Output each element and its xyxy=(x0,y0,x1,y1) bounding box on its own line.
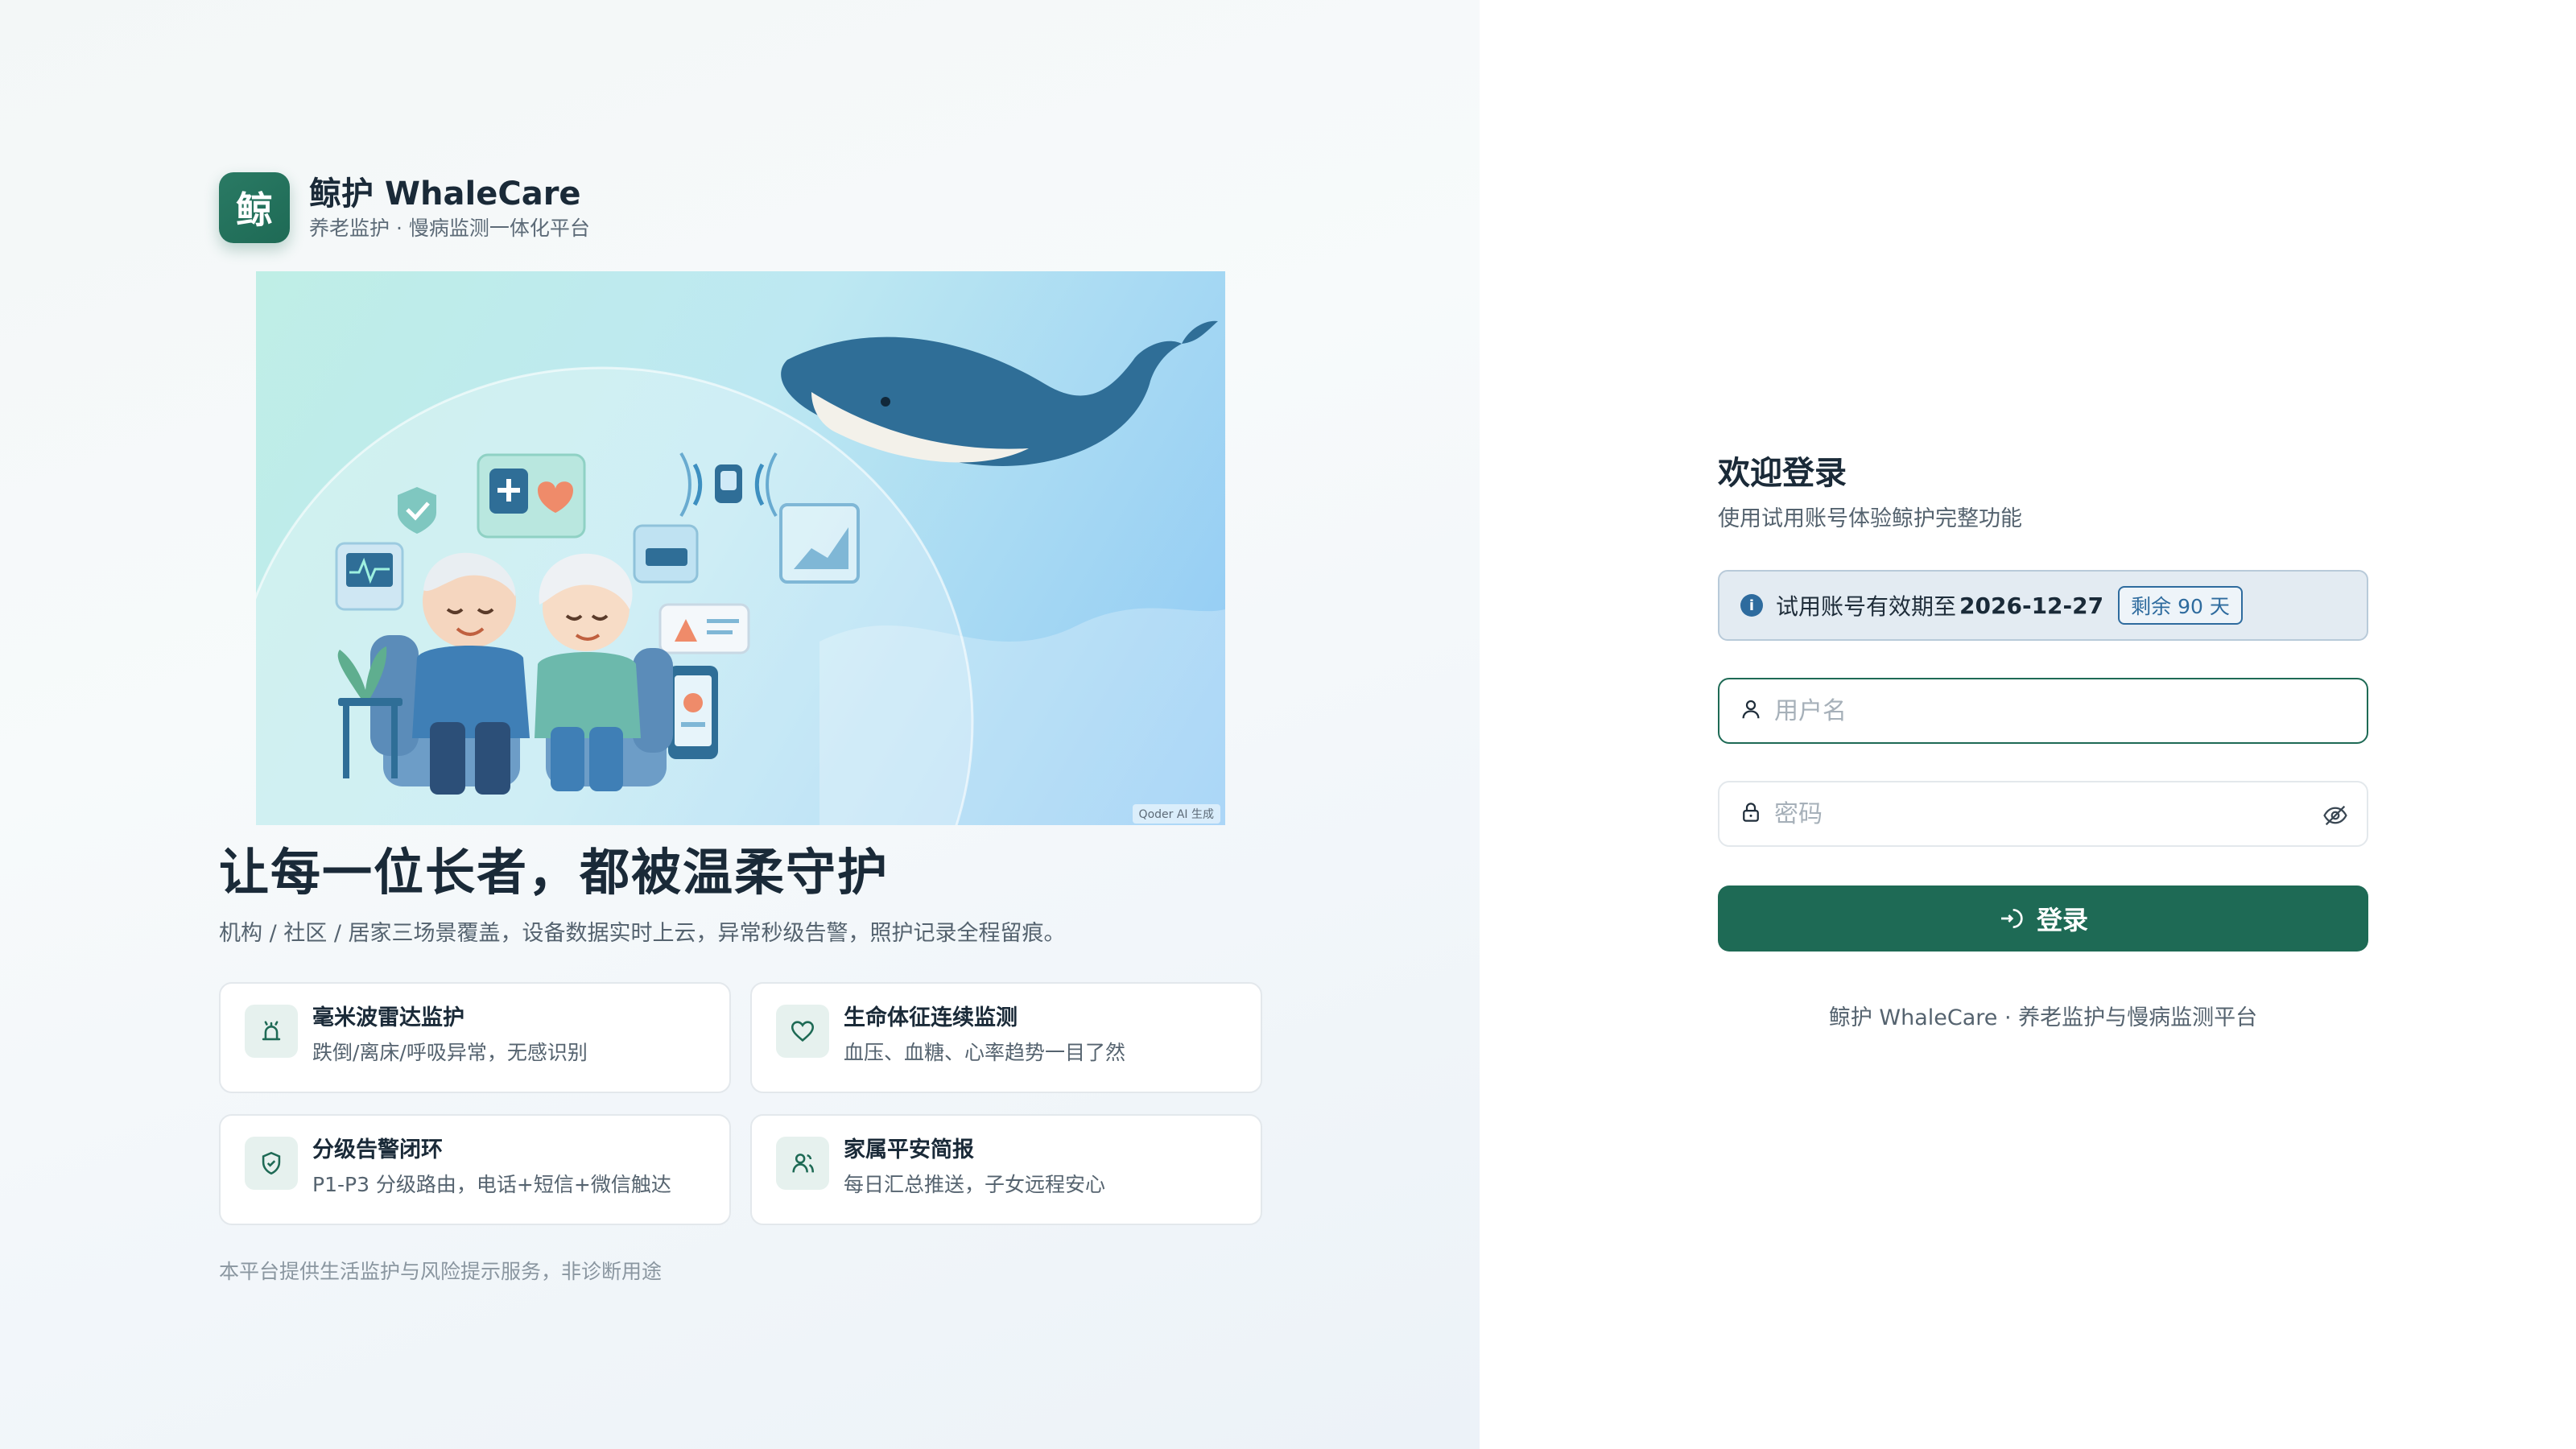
user-icon xyxy=(1739,697,1763,724)
hero-artwork xyxy=(256,320,1225,825)
brand-name: 鲸护 WhaleCare xyxy=(309,175,581,213)
login-subtitle: 使用试用账号体验鲸护完整功能 xyxy=(1718,506,2022,531)
feature-desc: 跌倒/离床/呼吸异常，无感识别 xyxy=(312,1041,588,1064)
subline: 机构 / 社区 / 居家三场景覆盖，设备数据实时上云，异常秒级告警，照护记录全程… xyxy=(219,921,1066,946)
trial-notice: i 试用账号有效期至 2026-12-27 剩余 90 天 xyxy=(1718,570,2368,641)
username-input[interactable] xyxy=(1774,696,2289,725)
feature-card-alerts: 分级告警闭环 P1-P3 分级路由，电话+短信+微信触达 xyxy=(219,1114,731,1225)
brand-subtitle: 养老监护 · 慢病监测一体化平台 xyxy=(309,217,590,240)
image-credit: Qoder AI 生成 xyxy=(1132,804,1220,824)
password-field[interactable] xyxy=(1718,781,2368,847)
radar-icon xyxy=(245,1005,298,1058)
login-icon xyxy=(2000,909,2023,928)
login-button[interactable]: 登录 xyxy=(1718,886,2368,952)
brand-logo: 鲸 xyxy=(219,172,290,243)
password-input[interactable] xyxy=(1774,799,2289,828)
feature-card-vitals: 生命体征连续监测 血压、血糖、心率趋势一目了然 xyxy=(750,982,1262,1093)
brand-text: 鲸护 WhaleCare 养老监护 · 慢病监测一体化平台 xyxy=(309,174,590,242)
login-footer: 鲸护 WhaleCare · 养老监护与慢病监测平台 xyxy=(1828,1005,2258,1030)
feature-desc: 每日汇总推送，子女远程安心 xyxy=(844,1173,1106,1196)
feature-desc: P1-P3 分级路由，电话+短信+微信触达 xyxy=(312,1173,671,1196)
disclaimer: 本平台提供生活监护与风险提示服务，非诊断用途 xyxy=(219,1260,663,1283)
trial-text: 试用账号有效期至 xyxy=(1776,593,1957,620)
headline: 让每一位长者，都被温柔守护 xyxy=(219,843,890,902)
feature-title: 家属平安简报 xyxy=(844,1137,974,1162)
feature-title: 生命体征连续监测 xyxy=(844,1005,1018,1030)
heart-icon xyxy=(776,1005,829,1058)
feature-desc: 血压、血糖、心率趋势一目了然 xyxy=(844,1041,1126,1064)
family-icon xyxy=(776,1137,829,1190)
feature-card-radar: 毫米波雷达监护 跌倒/离床/呼吸异常，无感识别 xyxy=(219,982,731,1093)
trial-expiry-date: 2026-12-27 xyxy=(1959,592,2104,619)
trial-days-badge: 剩余 90 天 xyxy=(2118,586,2243,625)
login-form: 欢迎登录 使用试用账号体验鲸护完整功能 i 试用账号有效期至 2026-12-2… xyxy=(1718,451,2368,1030)
lock-icon xyxy=(1739,800,1763,828)
login-title: 欢迎登录 xyxy=(1718,455,1847,492)
intro-panel: 鲸 鲸护 WhaleCare 养老监护 · 慢病监测一体化平台 Qoder AI… xyxy=(0,0,1480,1449)
whale-icon xyxy=(781,320,1218,466)
feature-title: 分级告警闭环 xyxy=(312,1137,443,1162)
username-field[interactable] xyxy=(1718,678,2368,744)
info-icon: i xyxy=(1740,594,1763,617)
eye-off-icon[interactable] xyxy=(2322,802,2349,832)
feature-card-family: 家属平安简报 每日汇总推送，子女远程安心 xyxy=(750,1114,1262,1225)
shield-check-icon xyxy=(245,1137,298,1190)
hero-illustration: Qoder AI 生成 xyxy=(256,271,1225,825)
feature-title: 毫米波雷达监护 xyxy=(312,1005,464,1030)
brand-header: 鲸 鲸护 WhaleCare 养老监护 · 慢病监测一体化平台 xyxy=(219,172,590,243)
login-button-label: 登录 xyxy=(2036,905,2088,935)
